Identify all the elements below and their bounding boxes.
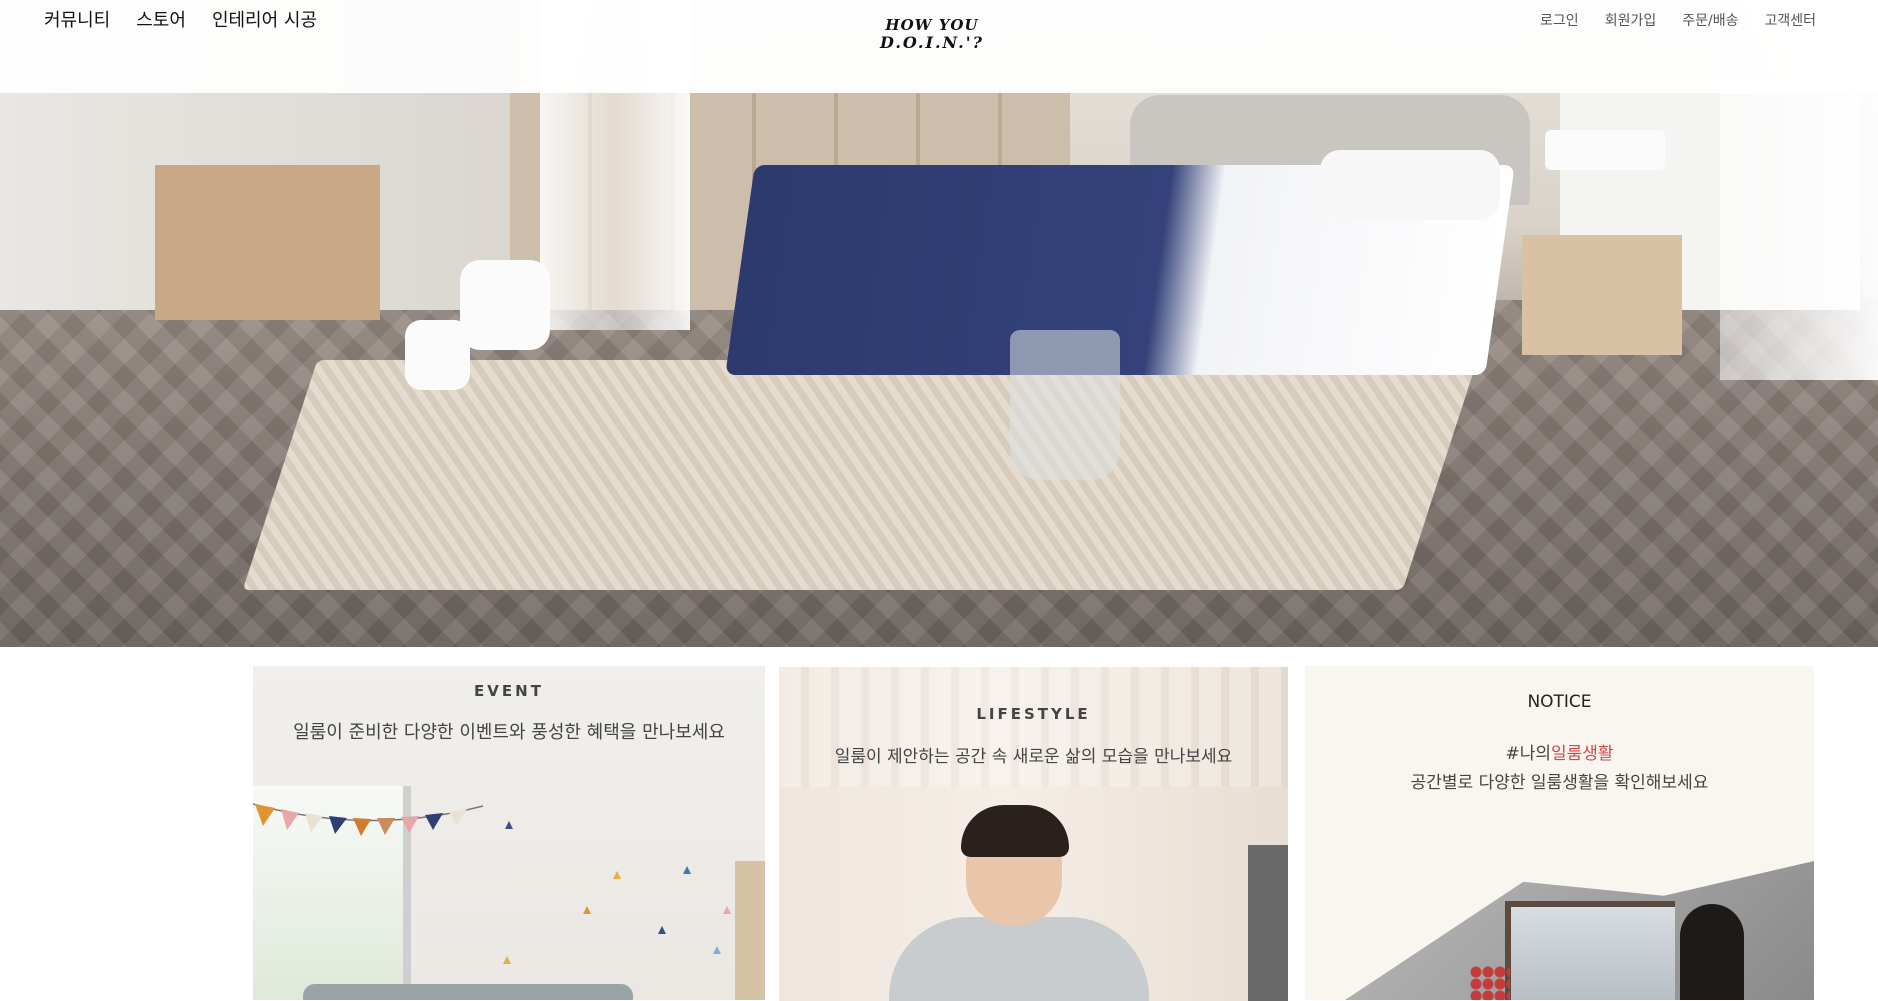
login-link[interactable]: 로그인 <box>1540 10 1579 30</box>
site-header: 커뮤니티 스토어 인테리어 시공 HOW YOU D.O.I.N.'? 로그인 … <box>0 0 1878 93</box>
confetti-icon <box>583 906 591 914</box>
site-logo[interactable]: HOW YOU D.O.I.N.'? <box>872 16 992 62</box>
hero-lantern <box>405 320 470 390</box>
notice-window <box>1505 901 1675 1000</box>
event-card[interactable]: EVENT 일룸이 준비한 다양한 이벤트와 풍성한 혜택을 만나보세요 <box>253 666 765 1000</box>
confetti-icon <box>613 871 621 879</box>
lifestyle-blind <box>779 667 1288 787</box>
nav-item-store[interactable]: 스토어 <box>136 6 186 32</box>
confetti-icon <box>658 926 666 934</box>
lifestyle-person-body <box>889 917 1149 1001</box>
hero-dresser <box>155 165 380 320</box>
notice-tag-highlight: 일룸생활 <box>1550 744 1614 764</box>
main-nav: 커뮤니티 스토어 인테리어 시공 <box>44 6 317 32</box>
confetti-icon <box>505 821 513 829</box>
utility-nav: 로그인 회원가입 주문/배송 고객센터 <box>1540 10 1816 30</box>
hero-vase <box>1010 330 1120 480</box>
hero-nightstand <box>1522 235 1682 355</box>
lifestyle-title: LIFESTYLE <box>976 705 1091 723</box>
confetti-icon <box>503 956 511 964</box>
customer-center-link[interactable]: 고객센터 <box>1764 10 1816 30</box>
garland-icon <box>253 803 483 836</box>
signup-link[interactable]: 회원가입 <box>1605 10 1657 30</box>
lifestyle-description: 일룸이 제안하는 공간 속 새로운 삶의 모습을 만나보세요 <box>834 747 1233 767</box>
order-shipping-link[interactable]: 주문/배송 <box>1682 10 1738 30</box>
confetti-icon <box>723 906 731 914</box>
hero-lantern <box>460 260 550 350</box>
nav-item-interior[interactable]: 인테리어 시공 <box>212 6 317 32</box>
event-title: EVENT <box>474 682 544 700</box>
hero-lamp <box>1545 130 1665 170</box>
confetti-icon <box>683 866 691 874</box>
event-sofa <box>303 984 633 1000</box>
lifestyle-person-hair <box>961 805 1069 857</box>
hero-banner[interactable] <box>0 0 1878 647</box>
event-description: 일룸이 준비한 다양한 이벤트와 풍성한 혜택을 만나보세요 <box>293 722 725 743</box>
notice-title: NOTICE <box>1527 692 1592 712</box>
hero-rug <box>242 360 1478 590</box>
notice-flowers <box>1470 966 1510 1000</box>
notice-person <box>1680 904 1744 1000</box>
confetti-icon <box>713 946 721 954</box>
lifestyle-shelf <box>1248 845 1288 1001</box>
notice-card[interactable]: NOTICE #나의일룸생활 공간별로 다양한 일룸생활을 확인해보세요 <box>1305 666 1814 1000</box>
notice-hashtag: #나의일룸생활 <box>1305 739 1814 764</box>
notice-description: 공간별로 다양한 일룸생활을 확인해보세요 <box>1410 773 1709 793</box>
logo-line1: HOW YOU <box>885 16 979 34</box>
nav-item-community[interactable]: 커뮤니티 <box>44 6 110 32</box>
hero-pillow <box>1320 150 1500 220</box>
logo-line2: D.O.I.N.'? <box>880 33 984 52</box>
notice-tag-prefix: #나의 <box>1505 744 1551 764</box>
lifestyle-card[interactable]: LIFESTYLE 일룸이 제안하는 공간 속 새로운 삶의 모습을 만나보세요 <box>779 667 1288 1001</box>
event-shelf <box>735 861 765 1000</box>
